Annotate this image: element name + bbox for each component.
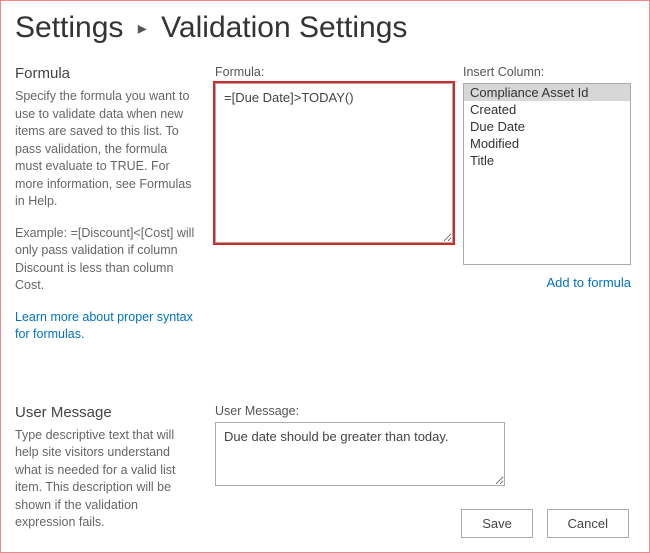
breadcrumb: Settings ▸ Validation Settings — [15, 11, 631, 45]
user-message-heading: User Message — [15, 404, 197, 421]
insert-column-listbox[interactable]: Compliance Asset Id Created Due Date Mod… — [463, 83, 631, 265]
user-message-input[interactable] — [215, 422, 505, 486]
column-item[interactable]: Compliance Asset Id — [464, 84, 630, 101]
formula-example: Example: =[Discount]<[Cost] will only pa… — [15, 225, 197, 295]
formula-help-link[interactable]: Learn more about proper syntax for formu… — [15, 310, 193, 342]
button-row: Save Cancel — [451, 509, 629, 538]
breadcrumb-settings[interactable]: Settings — [15, 11, 123, 44]
column-item[interactable]: Created — [464, 101, 630, 118]
chevron-right-icon: ▸ — [138, 18, 147, 38]
column-item[interactable]: Title — [464, 152, 630, 169]
column-item[interactable]: Due Date — [464, 118, 630, 135]
cancel-button[interactable]: Cancel — [547, 509, 629, 538]
user-message-intro: Type descriptive text that will help sit… — [15, 427, 197, 532]
page-title: Validation Settings — [161, 11, 407, 44]
formula-input[interactable] — [215, 83, 453, 243]
formula-field-label: Formula: — [215, 65, 453, 79]
formula-section: Formula Specify the formula you want to … — [15, 65, 631, 344]
insert-column-label: Insert Column: — [463, 65, 631, 79]
formula-intro: Specify the formula you want to use to v… — [15, 88, 197, 211]
add-to-formula-link[interactable]: Add to formula — [463, 275, 631, 290]
column-item[interactable]: Modified — [464, 135, 630, 152]
formula-heading: Formula — [15, 65, 197, 82]
user-message-field-label: User Message: — [215, 404, 631, 418]
save-button[interactable]: Save — [461, 509, 533, 538]
